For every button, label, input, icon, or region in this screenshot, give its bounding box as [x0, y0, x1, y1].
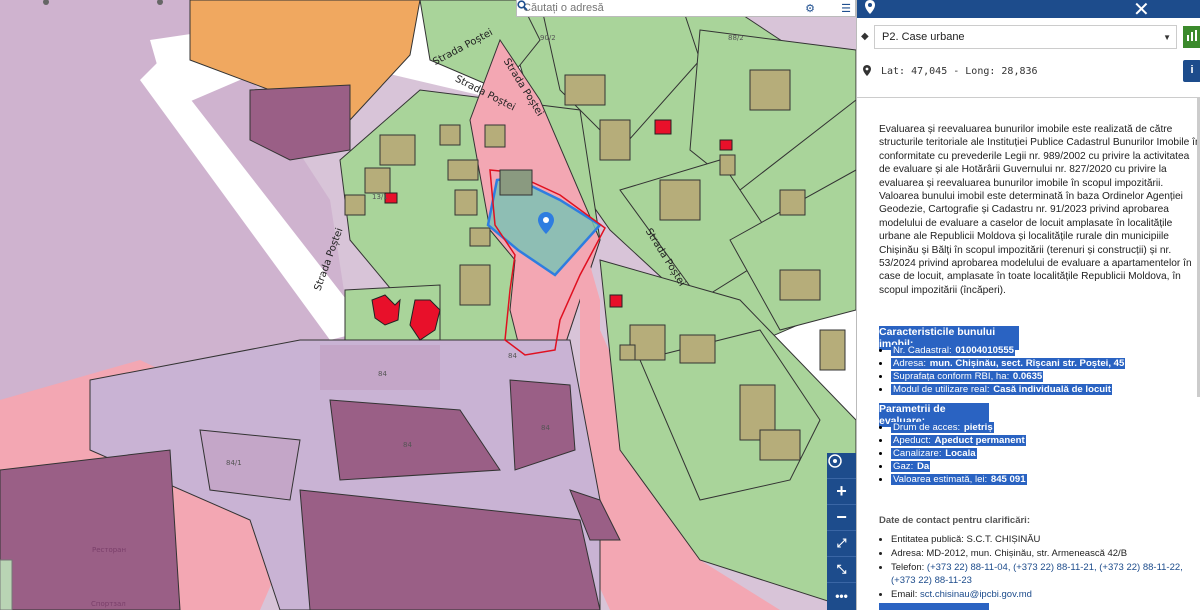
- plot-number: 88/2: [728, 34, 744, 42]
- map-controls: + − ⤢ ⤡ •••: [827, 453, 856, 610]
- list-item: Apeduct: Apeduct permanent: [891, 434, 1027, 447]
- list-item: Gaz: Da: [891, 460, 1027, 473]
- list-item: Nr. Cadastral: 01004010555: [891, 344, 1125, 357]
- characteristics-list: Nr. Cadastral: 01004010555 Adresa: mun. …: [891, 344, 1126, 396]
- map-canvas[interactable]: [0, 0, 856, 610]
- parameters-list: Drum de acces: pietriș Apeduct: Apeduct …: [891, 421, 1027, 486]
- gear-icon[interactable]: ⚙: [801, 2, 819, 15]
- plot-number: 84: [403, 441, 412, 449]
- list-item: Valoarea estimată, lei: 845 091: [891, 473, 1027, 486]
- menu-icon[interactable]: ☰: [837, 2, 855, 15]
- list-item: Suprafața conform RBI, ha: 0.0635: [891, 370, 1125, 383]
- plot-number: 84: [378, 370, 387, 378]
- more-icon[interactable]: •••: [827, 583, 856, 609]
- plot-number: 84: [541, 424, 550, 432]
- info-panel: ✕ ◆ P2. Case urbane ▼ Lat: 47,045 - Long…: [856, 0, 1200, 610]
- layers-icon: ◆: [861, 31, 869, 42]
- map-pin-icon: [865, 0, 875, 17]
- zoom-out-button[interactable]: −: [827, 505, 856, 531]
- search-input[interactable]: [517, 0, 801, 16]
- fullscreen-icon[interactable]: ⤡: [827, 557, 856, 583]
- layer-select[interactable]: P2. Case urbane ▼: [874, 25, 1177, 49]
- layer-row: ◆ P2. Case urbane ▼: [857, 25, 1200, 49]
- email-link[interactable]: sct.chisinau@ipcbi.gov.md: [920, 589, 1032, 600]
- contact-address: Adresa: MD-2012, mun. Chișinău, str. Arm…: [891, 547, 1195, 560]
- zoom-in-button[interactable]: +: [827, 479, 856, 505]
- list-item: Modul de utilizare real: Casă individual…: [891, 383, 1125, 396]
- plot-number: 84/1: [226, 459, 242, 467]
- layer-select-value: P2. Case urbane: [882, 31, 965, 43]
- poi-label: Ресторан: [92, 546, 127, 554]
- info-button[interactable]: i: [1183, 60, 1200, 82]
- list-item: Adresa: mun. Chișinău, sect. Rîșcani str…: [891, 357, 1126, 370]
- plot-number: 90/2: [540, 34, 556, 42]
- list-item: Drum de acces: pietriș: [891, 421, 1027, 434]
- search-bar: ⚙ ☰: [516, 0, 856, 17]
- panel-header: ✕: [857, 0, 1200, 21]
- chevron-down-icon: ▼: [1163, 33, 1171, 42]
- intro-text: Evaluarea și reevaluarea bunurilor imobi…: [879, 124, 1200, 296]
- contact-list: Entitatea publică: S.C.T. CHIȘINĂU Adres…: [891, 533, 1195, 602]
- location-pin-icon: [863, 65, 871, 79]
- coordinates-row: Lat: 47,045 - Long: 28,836 i: [857, 60, 1200, 84]
- chart-button[interactable]: [1183, 26, 1200, 48]
- contact-email: Email: sct.chisinau@ipcbi.gov.md: [891, 588, 1195, 601]
- contact-phone: Telefon: (+373 22) 88-11-04, (+373 22) 8…: [891, 561, 1195, 587]
- locate-icon[interactable]: [827, 453, 856, 479]
- plot-number: 13/1: [372, 193, 388, 201]
- contact-title: Date de contact pentru clarificări:: [879, 515, 1030, 526]
- phone-links[interactable]: (+373 22) 88-11-04, (+373 22) 88-11-21, …: [891, 562, 1183, 586]
- poi-label: Спортзал: [91, 600, 126, 608]
- map-view[interactable]: Strada Poștei Strada Poștei Strada Poște…: [0, 0, 856, 610]
- close-icon[interactable]: ✕: [1133, 0, 1150, 22]
- panel-content[interactable]: Evaluarea și reevaluarea bunurilor imobi…: [857, 97, 1200, 610]
- list-item: Canalizare: Locala: [891, 447, 1027, 460]
- fit-extent-icon[interactable]: ⤢: [827, 531, 856, 557]
- plot-number: 84: [508, 352, 517, 360]
- contact-entity: Entitatea publică: S.C.T. CHIȘINĂU: [891, 533, 1195, 546]
- coordinates-text: Lat: 47,045 - Long: 28,836: [881, 66, 1038, 77]
- action-button[interactable]: [879, 603, 989, 610]
